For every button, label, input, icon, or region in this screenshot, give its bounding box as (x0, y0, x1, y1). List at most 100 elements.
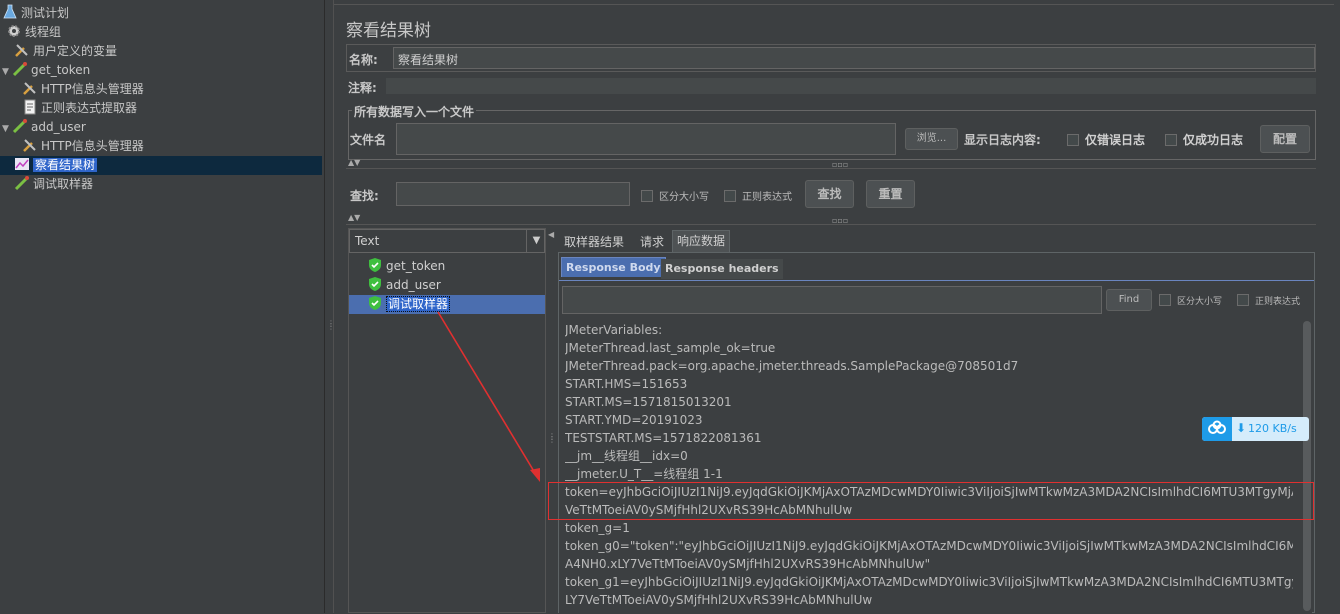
regex-checkbox[interactable]: 正则表达式 (724, 188, 792, 203)
response-line: JMeterVariables: (565, 323, 663, 337)
wrench-icon (14, 42, 30, 58)
comment-field[interactable] (386, 78, 1316, 94)
view-results-tree-panel: 察看结果树 名称: 察看结果树 注释: 所有数据写入一个文件 文件名 浏览...… (334, 0, 1340, 614)
success-shield-icon (367, 295, 383, 311)
results-splitter[interactable]: ◀ ⋮ ⋮ (546, 228, 556, 613)
configure-button[interactable]: 配置 (1260, 125, 1310, 153)
response-case-checkbox[interactable]: 区分大小写 (1159, 294, 1222, 307)
tree-item-http-header-1[interactable]: HTTP信息头管理器 (22, 80, 144, 99)
checkbox-box[interactable] (1237, 294, 1249, 306)
tree-item-thread-group[interactable]: 线程组 (6, 23, 61, 42)
success-shield-icon (367, 276, 383, 292)
splitter-grip[interactable]: ⋮ ⋮ (327, 320, 335, 336)
tab-sampler-result[interactable]: 取样器结果 (560, 232, 629, 252)
tree-item-regex-extractor[interactable]: 正则表达式提取器 (22, 99, 137, 118)
response-line: A4NH0.xLY7VeTtMToeiAV0ySMjfHhl2UXvRS39Hc… (565, 557, 931, 571)
scrollbar-thumb[interactable] (1303, 321, 1311, 611)
test-plan-tree[interactable]: 测试计划 线程组 用户定义的变量 ▼ get_token HTTP信息头管理器 正… (0, 0, 324, 613)
sampler-icon (12, 61, 28, 77)
chevron-down-icon[interactable]: ▼ (2, 63, 12, 82)
tab-request[interactable]: 请求 (636, 232, 669, 252)
collapse-arrows-icon[interactable]: ▲▼ (348, 213, 360, 222)
errors-only-checkbox[interactable]: 仅错误日志 (1067, 131, 1145, 148)
reset-button[interactable]: 重置 (866, 180, 915, 208)
response-line: token_g1=eyJhbGciOiJIUzI1NiJ9.eyJqdGkiOi… (565, 575, 1293, 589)
sample-item[interactable]: add_user (367, 276, 441, 295)
divider (346, 224, 1316, 225)
name-row: 名称: 察看结果树 (346, 44, 1316, 72)
highlight-box (548, 482, 1314, 520)
response-line: START.MS=1571815013201 (565, 395, 732, 409)
name-field[interactable]: 察看结果树 (393, 47, 1315, 69)
checkbox-box[interactable] (1165, 134, 1177, 146)
response-line: token_g=1 (565, 521, 630, 535)
collapse-arrows-icon[interactable]: ▲▼ (348, 158, 360, 167)
sampler-icon (12, 118, 28, 134)
checkbox-box[interactable] (724, 190, 736, 202)
response-line: JMeterThread.last_sample_ok=true (565, 341, 776, 355)
response-line: START.HMS=151653 (565, 377, 688, 391)
find-button[interactable]: 查找 (805, 180, 854, 208)
response-line: LY7VeTtMToeiAV0ySMjfHhl2UXvRS39HcAbMNhul… (565, 593, 873, 607)
renderer-select[interactable]: Text ▼ (349, 229, 545, 253)
vertical-scrollbar[interactable] (1302, 319, 1312, 614)
browse-button[interactable]: 浏览... (905, 128, 958, 150)
search-label: 查找: (350, 189, 379, 203)
response-line: TESTSTART.MS=1571822081361 (565, 431, 762, 445)
success-shield-icon (367, 257, 383, 273)
response-find-button[interactable]: Find (1106, 289, 1152, 311)
chart-icon (14, 156, 30, 172)
divider (346, 168, 1316, 169)
checkbox-box[interactable] (1067, 134, 1079, 146)
tree-item-debug-sampler[interactable]: 调试取样器 (14, 175, 93, 194)
tab-response-body[interactable]: Response Body (561, 257, 666, 277)
download-speed-text: 120 KB/s (1248, 422, 1297, 435)
case-sensitive-checkbox[interactable]: 区分大小写 (641, 188, 709, 203)
tree-item-get-token[interactable]: ▼ get_token (2, 61, 90, 80)
tree-item-view-results-tree[interactable]: 察看结果树 (0, 156, 322, 175)
response-regex-checkbox[interactable]: 正则表达式 (1237, 294, 1300, 307)
download-speed-badge[interactable]: ⬇ 120 KB/s (1202, 417, 1309, 441)
success-only-checkbox[interactable]: 仅成功日志 (1165, 131, 1243, 148)
filename-input[interactable] (396, 123, 896, 155)
top-divider (334, 4, 1334, 5)
tab-response-data[interactable]: 响应数据 (672, 230, 731, 252)
response-line: START.YMD=20191023 (565, 413, 703, 427)
document-icon (22, 99, 38, 115)
chevron-down-icon[interactable]: ▼ (2, 120, 12, 139)
main-splitter[interactable]: ⋮ ⋮ (324, 0, 335, 613)
response-line: __jmeter.U_T__=线程组 1-1 (565, 467, 723, 481)
log-content-label: 显示日志内容: (964, 133, 1041, 147)
wrench-icon (22, 80, 38, 96)
response-find-input[interactable] (562, 286, 1102, 314)
response-line: token_g0="token":"eyJhbGciOiJIUzI1NiJ9.e… (565, 539, 1293, 553)
file-group-title: 所有数据写入一个文件 (352, 103, 477, 120)
checkbox-box[interactable] (641, 190, 653, 202)
tree-item-test-plan[interactable]: 测试计划 (2, 4, 69, 23)
sampler-icon (14, 175, 30, 191)
tab-response-headers[interactable]: Response headers (661, 259, 783, 279)
checkbox-box[interactable] (1159, 294, 1171, 306)
wrench-icon (22, 137, 38, 153)
sample-results-list[interactable]: Text ▼ get_token add_user 调试取样器 (348, 228, 546, 613)
name-label: 名称: (349, 53, 378, 67)
tree-item-user-variables[interactable]: 用户定义的变量 (14, 42, 117, 61)
download-arrow-icon: ⬇ (1236, 421, 1247, 435)
comment-label: 注释: (348, 81, 377, 95)
tree-item-add-user[interactable]: ▼ add_user (2, 118, 86, 137)
chevron-down-icon[interactable]: ▼ (526, 230, 546, 252)
collapse-left-icon[interactable]: ◀ (548, 230, 554, 239)
splitter-grip[interactable]: ⋮ ⋮ (548, 433, 556, 444)
gear-icon (6, 23, 22, 39)
tree-item-http-header-2[interactable]: HTTP信息头管理器 (22, 137, 144, 156)
subtab-divider (559, 280, 1314, 281)
page-title: 察看结果树 (346, 21, 431, 41)
response-line: JMeterThread.pack=org.apache.jmeter.thre… (565, 359, 1019, 373)
cloud-icon (1202, 417, 1232, 441)
response-line: __jm__线程组__idx=0 (565, 449, 688, 463)
test-plan-icon (2, 4, 18, 20)
search-input[interactable] (396, 182, 630, 206)
response-body-text[interactable]: JMeterVariables: JMeterThread.last_sampl… (559, 319, 1302, 614)
sample-item-selected[interactable]: 调试取样器 (349, 295, 545, 314)
sample-item[interactable]: get_token (367, 257, 445, 276)
